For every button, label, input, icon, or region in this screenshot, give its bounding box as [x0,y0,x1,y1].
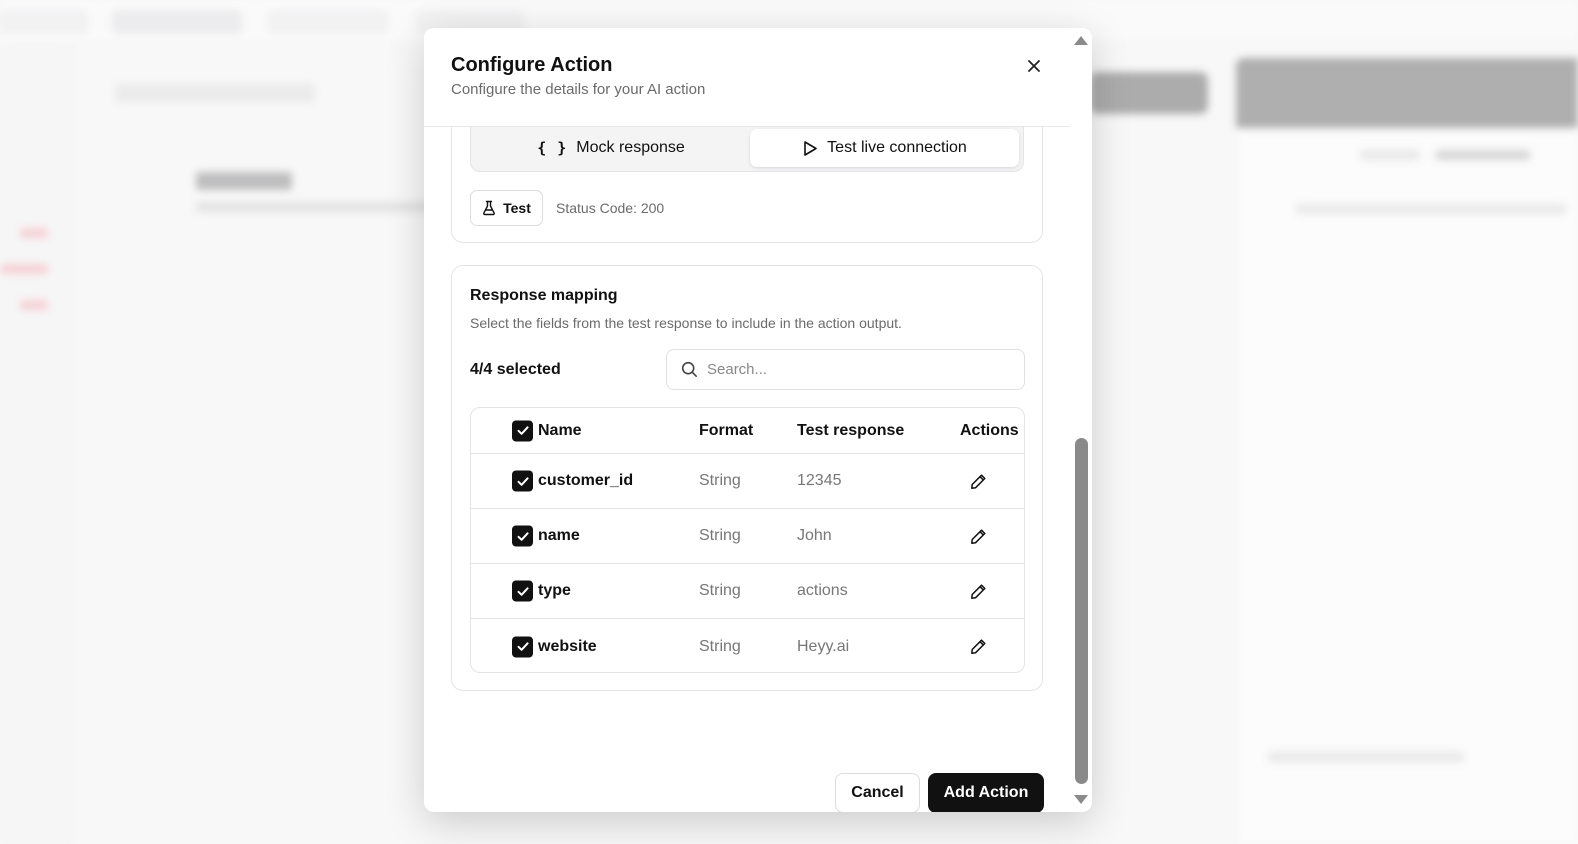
response-mapping-card: Response mapping Select the fields from … [451,265,1043,691]
select-all-checkbox[interactable] [512,420,533,441]
check-icon [517,426,529,435]
field-format: String [699,527,741,544]
column-header-format: Format [699,421,754,439]
column-header-actions: Actions [960,421,1019,439]
pencil-icon [970,473,986,489]
field-format: String [699,582,741,599]
row-checkbox[interactable] [512,525,533,547]
response-fields-table: Name Format Test response Actions custom… [470,407,1025,673]
edit-field-button[interactable] [961,509,995,563]
table-header-row: Name Format Test response Actions [471,408,1024,454]
flask-icon [483,200,496,216]
response-mapping-description: Select the fields from the test response… [470,315,902,331]
close-button[interactable] [1021,53,1047,79]
check-icon [517,531,529,541]
search-input[interactable] [707,361,1007,378]
column-header-test-response: Test response [797,421,905,439]
pencil-icon [970,528,986,544]
braces-icon: { } [537,139,568,157]
field-test-response: Heyy.ai [797,637,850,655]
test-mode-toggle: { } Mock response Test live connection [470,127,1024,172]
test-live-connection-option[interactable]: Test live connection [750,129,1019,167]
table-row: customer_id String 12345 [471,454,1024,509]
row-checkbox[interactable] [512,636,533,657]
scroll-down-arrow[interactable] [1074,795,1088,804]
test-button-label: Test [503,200,531,216]
check-icon [517,476,529,486]
selected-count: 4/4 selected [470,361,561,378]
response-mapping-title: Response mapping [470,287,618,304]
field-name: customer_id [538,472,634,489]
edit-field-button[interactable] [961,454,995,508]
test-live-connection-label: Test live connection [827,139,967,156]
edit-field-button[interactable] [961,619,995,672]
column-header-name: Name [538,421,582,439]
mock-response-label: Mock response [576,139,685,156]
scroll-up-arrow[interactable] [1074,36,1088,45]
field-name: name [538,527,580,544]
search-icon [681,361,697,377]
field-test-response: John [797,527,832,544]
field-format: String [699,472,741,489]
check-icon [517,586,529,596]
check-icon [517,642,529,651]
dialog-title: Configure Action [451,54,613,76]
add-action-button[interactable]: Add Action [928,773,1044,812]
mock-response-option[interactable]: { } Mock response [475,129,747,167]
pencil-icon [970,583,986,599]
dialog-subtitle: Configure the details for your AI action [451,81,706,98]
table-row: website String Heyy.ai [471,619,1024,672]
search-field[interactable] [666,349,1025,390]
cancel-button[interactable]: Cancel [835,773,920,812]
field-test-response: 12345 [797,472,842,489]
edit-field-button[interactable] [961,564,995,618]
test-connection-card: { } Mock response Test live connection T… [451,127,1043,243]
dialog-header: Configure Action Configure the details f… [424,28,1070,127]
field-name: type [538,582,571,599]
test-button[interactable]: Test [470,190,543,226]
field-test-response: actions [797,582,848,599]
close-icon [1028,60,1040,72]
scrollbar-thumb[interactable] [1075,438,1088,784]
row-checkbox[interactable] [512,470,533,492]
status-code-text: Status Code: 200 [556,200,665,216]
field-name: website [538,637,597,655]
pencil-icon [970,639,986,654]
play-icon [804,140,817,156]
field-format: String [699,637,741,655]
table-row: type String actions [471,564,1024,619]
configure-action-dialog: Configure Action Configure the details f… [424,28,1092,812]
row-checkbox[interactable] [512,580,533,602]
dialog-body[interactable]: { } Mock response Test live connection T… [424,127,1070,812]
table-row: name String John [471,509,1024,564]
